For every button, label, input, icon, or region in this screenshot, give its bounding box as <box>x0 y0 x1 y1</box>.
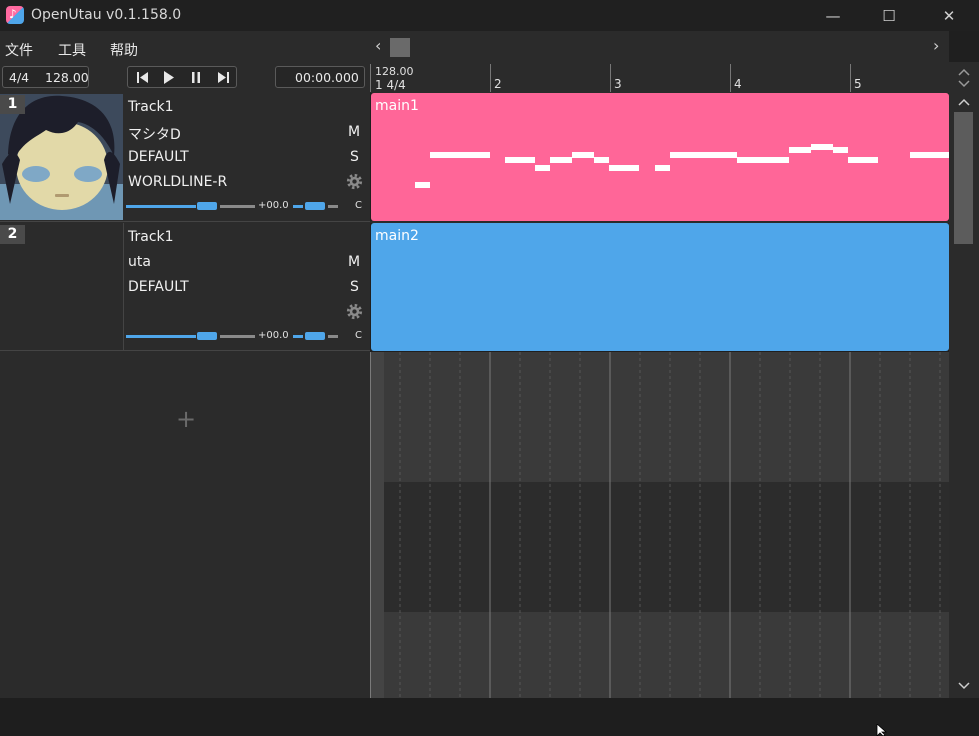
vertical-scroll-thumb[interactable] <box>954 112 973 244</box>
timeline-ruler[interactable] <box>370 62 949 93</box>
track-number: 1 <box>0 95 25 114</box>
horizontal-scrollbar[interactable]: ‹ › <box>370 31 949 62</box>
menu-help[interactable]: 帮助 <box>110 40 138 60</box>
pan-slider-fill <box>293 335 303 338</box>
time-display: 00:00.000 <box>295 70 359 85</box>
tempo-marker[interactable]: 128.00 <box>375 65 414 78</box>
pan-slider-track[interactable] <box>328 335 338 338</box>
gear-icon[interactable] <box>345 302 364 321</box>
arrangement-grid[interactable] <box>370 352 949 698</box>
menu-file[interactable]: 文件 <box>5 40 33 60</box>
volume-value: +00.0 <box>258 200 289 211</box>
skip-back-icon[interactable] <box>136 71 150 84</box>
app-logo-icon: ♪ <box>6 6 24 24</box>
track-name[interactable]: Track1 <box>128 99 174 115</box>
pan-slider-track[interactable] <box>328 205 338 208</box>
vertical-scrollbar[interactable] <box>949 62 979 698</box>
menu-bar <box>0 31 370 62</box>
add-track-button[interactable]: + <box>176 405 196 433</box>
time-signature[interactable]: 4/4 <box>9 70 29 85</box>
volume-slider-fill <box>126 335 196 338</box>
track-header[interactable]: 1 Track1 マシタD DEFAULT WORLDLINE-R M S +0… <box>0 94 370 222</box>
phonemizer-name[interactable]: DEFAULT <box>128 149 189 165</box>
scroll-up-icon[interactable] <box>958 98 970 106</box>
minimize-icon: — <box>825 6 841 25</box>
close-button[interactable]: ✕ <box>926 0 972 31</box>
mute-button[interactable]: M <box>348 254 360 270</box>
gear-icon[interactable] <box>345 172 364 191</box>
ruler-tick <box>370 64 371 92</box>
volume-slider-track[interactable] <box>220 205 255 208</box>
ruler-tick <box>730 64 731 92</box>
transport-controls <box>127 66 237 88</box>
maximize-icon: ☐ <box>882 6 896 25</box>
pan-value: C <box>355 330 362 341</box>
pan-slider-knob[interactable] <box>305 332 325 340</box>
mute-button[interactable]: M <box>348 124 360 140</box>
pan-value: C <box>355 200 362 211</box>
status-area <box>0 698 979 736</box>
bar-number: 5 <box>854 77 862 91</box>
maximize-button[interactable]: ☐ <box>866 0 912 31</box>
volume-slider-knob[interactable] <box>197 332 217 340</box>
zoom-icon[interactable] <box>957 68 971 88</box>
volume-slider-knob[interactable] <box>197 202 217 210</box>
singer-name[interactable]: マシタD <box>128 124 181 144</box>
solo-button[interactable]: S <box>350 279 359 295</box>
bar-number: 3 <box>614 77 622 91</box>
scroll-down-icon[interactable] <box>958 682 970 690</box>
pause-icon[interactable] <box>190 71 202 84</box>
track-divider <box>123 223 124 351</box>
part-name: main1 <box>375 98 419 114</box>
scroll-thumb[interactable] <box>390 38 410 57</box>
volume-slider-track[interactable] <box>220 335 255 338</box>
ruler-tick <box>490 64 491 92</box>
bpm-value[interactable]: 128.00 <box>45 70 89 85</box>
minimize-button[interactable]: — <box>810 0 856 31</box>
phonemizer-name[interactable]: DEFAULT <box>128 279 189 295</box>
bar-number: 2 <box>494 77 502 91</box>
volume-slider-fill <box>126 205 196 208</box>
close-icon: ✕ <box>942 6 956 25</box>
pan-slider-knob[interactable] <box>305 202 325 210</box>
solo-button[interactable]: S <box>350 149 359 165</box>
track-number: 2 <box>0 225 25 244</box>
renderer-name[interactable]: WORLDLINE-R <box>128 174 227 190</box>
window-title: OpenUtau v0.1.158.0 <box>31 7 182 23</box>
track-name[interactable]: Track1 <box>128 229 174 245</box>
first-bar-label: 1 4/4 <box>375 78 406 92</box>
bar-number: 4 <box>734 77 742 91</box>
singer-name[interactable]: uta <box>128 254 151 270</box>
scroll-right-icon[interactable]: › <box>933 36 939 55</box>
tempo-signature-box[interactable]: 4/4 128.00 <box>2 66 89 88</box>
scroll-left-icon[interactable]: ‹ <box>375 36 381 55</box>
ruler-tick <box>850 64 851 92</box>
track-header[interactable]: 2 Track1 uta DEFAULT M S +00.0 C <box>0 223 370 351</box>
volume-value: +00.0 <box>258 330 289 341</box>
play-icon[interactable] <box>163 70 175 85</box>
part-name: main2 <box>375 228 419 244</box>
ruler-tick <box>610 64 611 92</box>
mouse-cursor-icon <box>876 724 888 736</box>
part-main2[interactable]: main2 <box>371 223 949 351</box>
time-display-box[interactable]: 00:00.000 <box>275 66 365 88</box>
skip-forward-icon[interactable] <box>216 71 230 84</box>
menu-tools[interactable]: 工具 <box>58 40 86 60</box>
pan-slider-fill <box>293 205 303 208</box>
part-main1[interactable]: main1 <box>371 93 949 221</box>
